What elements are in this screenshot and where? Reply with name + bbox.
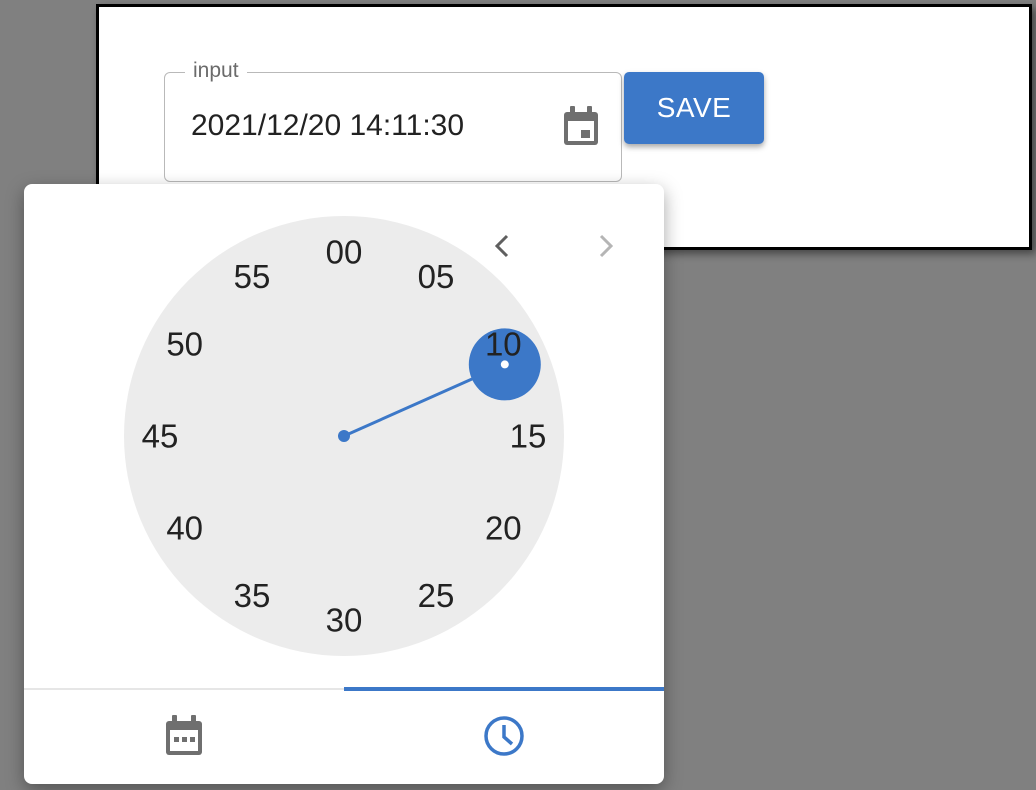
field-value[interactable]: 2021/12/20 14:11:30 xyxy=(191,109,464,143)
clock-number-45[interactable]: 45 xyxy=(142,418,179,455)
save-button[interactable]: SAVE xyxy=(624,72,764,144)
clock-face[interactable]: 00 05 10 15 20 25 30 35 40 45 50 55 xyxy=(24,184,664,684)
clock-number-10[interactable]: 10 xyxy=(485,326,522,363)
calendar-icon[interactable] xyxy=(561,105,601,149)
clock-number-35[interactable]: 35 xyxy=(234,577,271,614)
tab-date[interactable] xyxy=(24,690,344,784)
clock-number-20[interactable]: 20 xyxy=(485,510,522,547)
calendar-icon xyxy=(164,714,204,762)
clock-number-40[interactable]: 40 xyxy=(166,510,203,547)
datetime-picker: 00 05 10 15 20 25 30 35 40 45 50 55 xyxy=(24,184,664,784)
field-label: input xyxy=(185,57,247,85)
clock-number-25[interactable]: 25 xyxy=(418,577,455,614)
chevron-left-icon[interactable] xyxy=(482,224,522,268)
clock-number-00[interactable]: 00 xyxy=(326,234,363,271)
clock-number-55[interactable]: 55 xyxy=(234,258,271,295)
clock-number-50[interactable]: 50 xyxy=(166,326,203,363)
picker-tabs xyxy=(24,687,664,784)
datetime-field[interactable]: input 2021/12/20 14:11:30 xyxy=(164,57,622,182)
clock-number-30[interactable]: 30 xyxy=(326,602,363,639)
clock-number-05[interactable]: 05 xyxy=(418,258,455,295)
clock-icon xyxy=(483,715,525,762)
chevron-right-icon[interactable] xyxy=(586,224,626,268)
clock-number-15[interactable]: 15 xyxy=(510,418,547,455)
clock-center xyxy=(338,430,350,442)
tab-time[interactable] xyxy=(344,690,664,784)
